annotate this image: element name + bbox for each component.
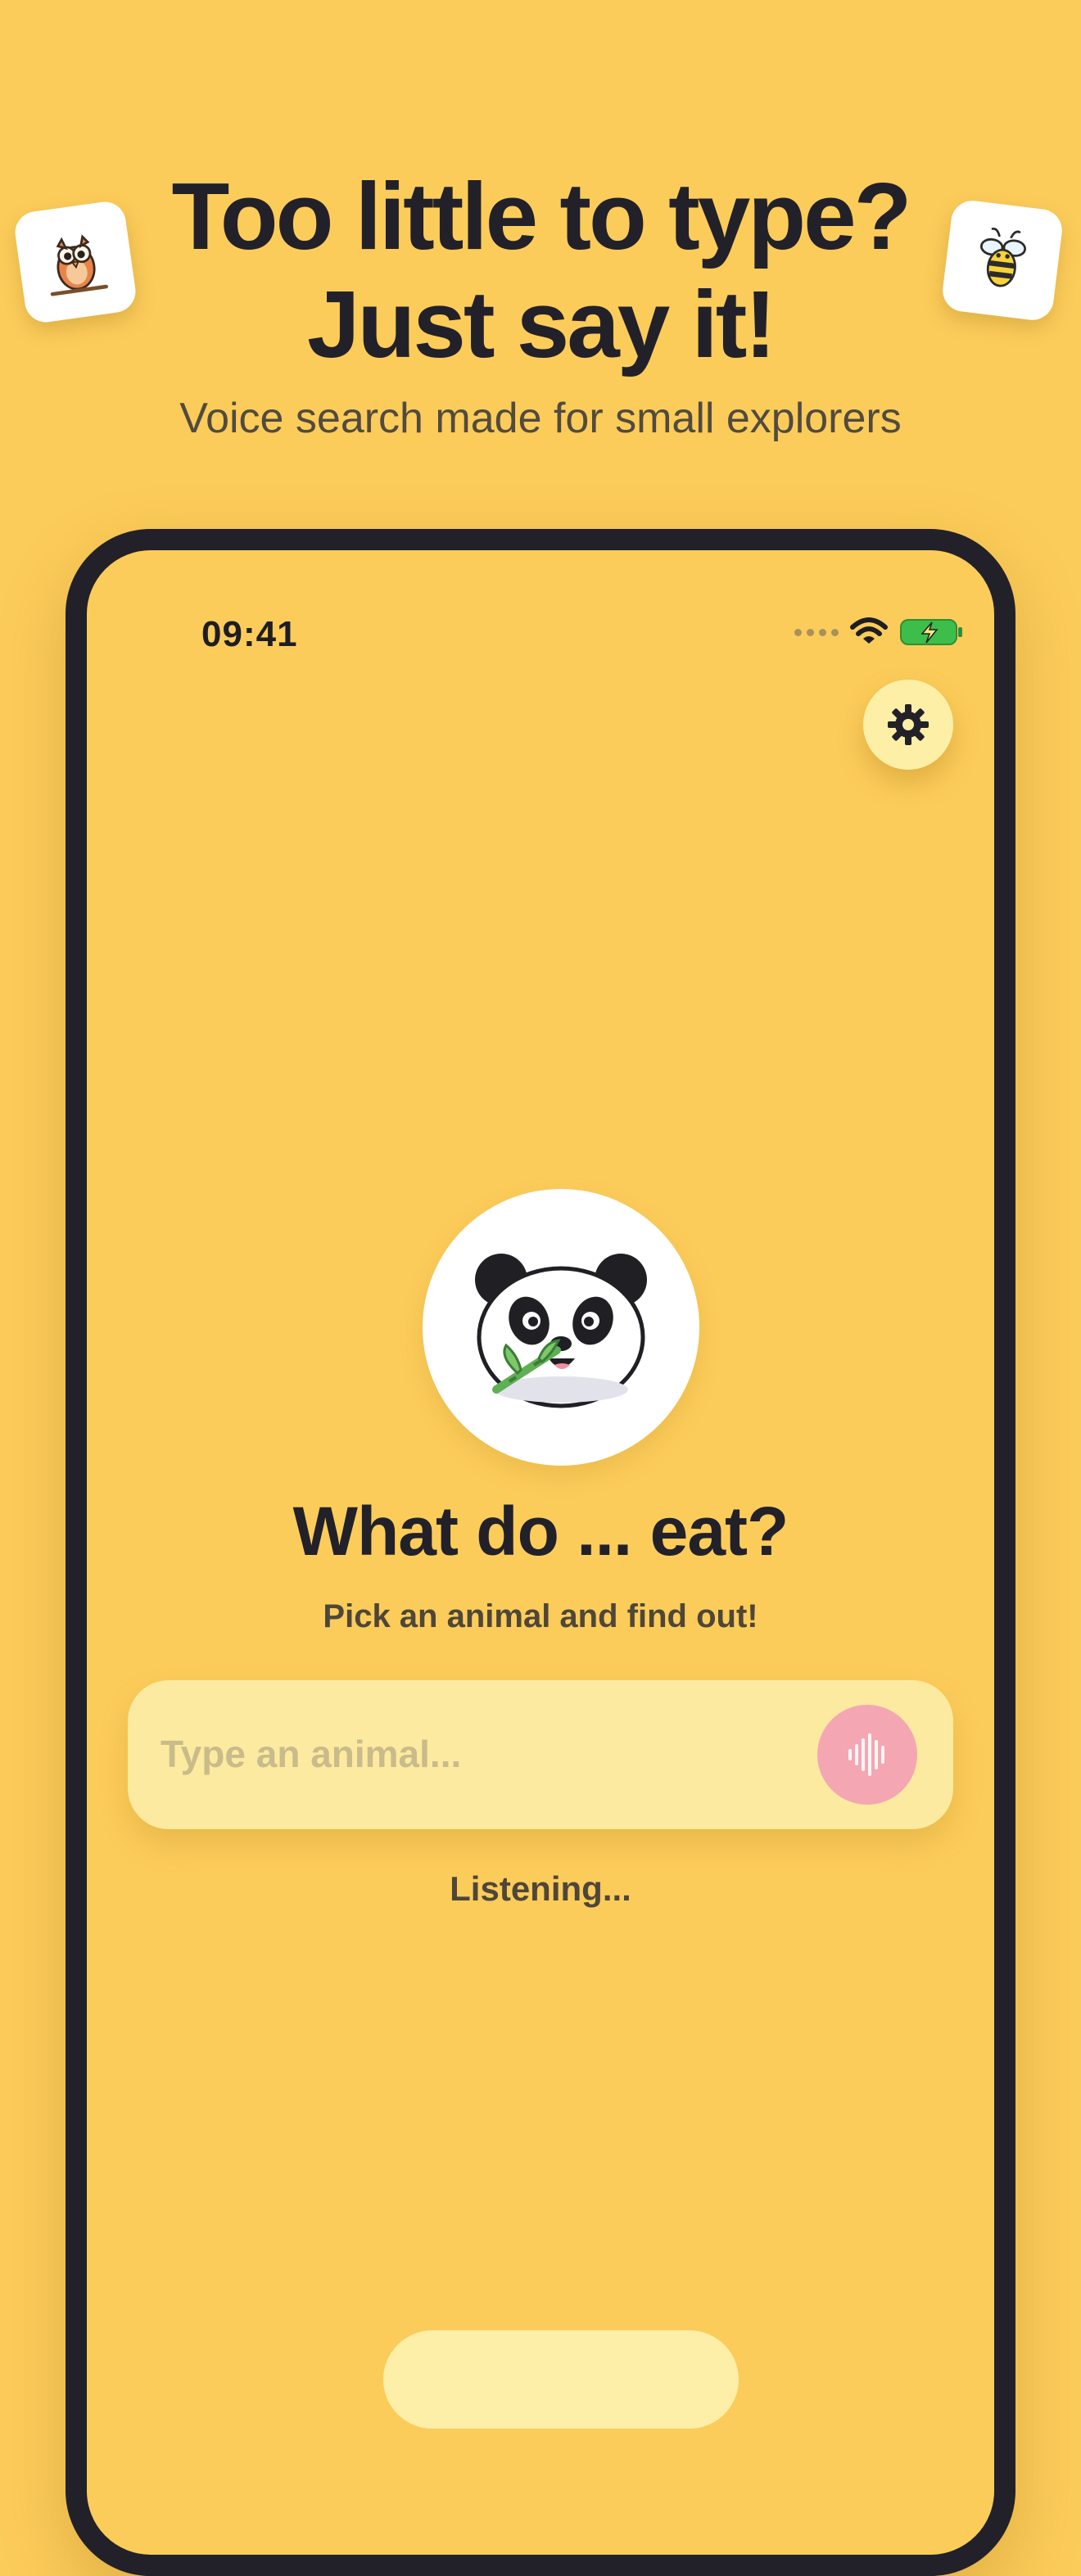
sound-wave-icon xyxy=(848,1733,884,1776)
marketing-subheadline: Voice search made for small explorers xyxy=(179,395,902,442)
settings-button[interactable] xyxy=(863,680,953,770)
question-title: What do ... eat? xyxy=(292,1493,789,1570)
panda-icon xyxy=(475,1254,647,1408)
signal-dots-icon xyxy=(794,628,839,636)
search-bar xyxy=(128,1680,953,1829)
listening-status: Listening... xyxy=(450,1869,631,1908)
status-bar-icons xyxy=(794,614,965,650)
gear-icon xyxy=(888,704,929,745)
bottom-pill[interactable] xyxy=(383,2330,739,2429)
animal-search-input[interactable] xyxy=(161,1720,799,1788)
headline-line-2: Just say it! xyxy=(307,271,776,377)
status-bar-time: 09:41 xyxy=(201,614,298,654)
phone-frame: 09:41 What do ... eat? Pick an animal an… xyxy=(66,529,1015,2576)
headline-line-1: Too little to type? xyxy=(171,163,912,269)
wifi-icon xyxy=(850,617,888,644)
question-subtitle: Pick an animal and find out! xyxy=(323,1598,758,1634)
marketing-headline: Too little to type? Just say it! xyxy=(0,162,1081,378)
voice-search-button[interactable] xyxy=(817,1705,917,1805)
panda-avatar xyxy=(423,1189,699,1466)
battery-charging-icon xyxy=(900,619,962,645)
